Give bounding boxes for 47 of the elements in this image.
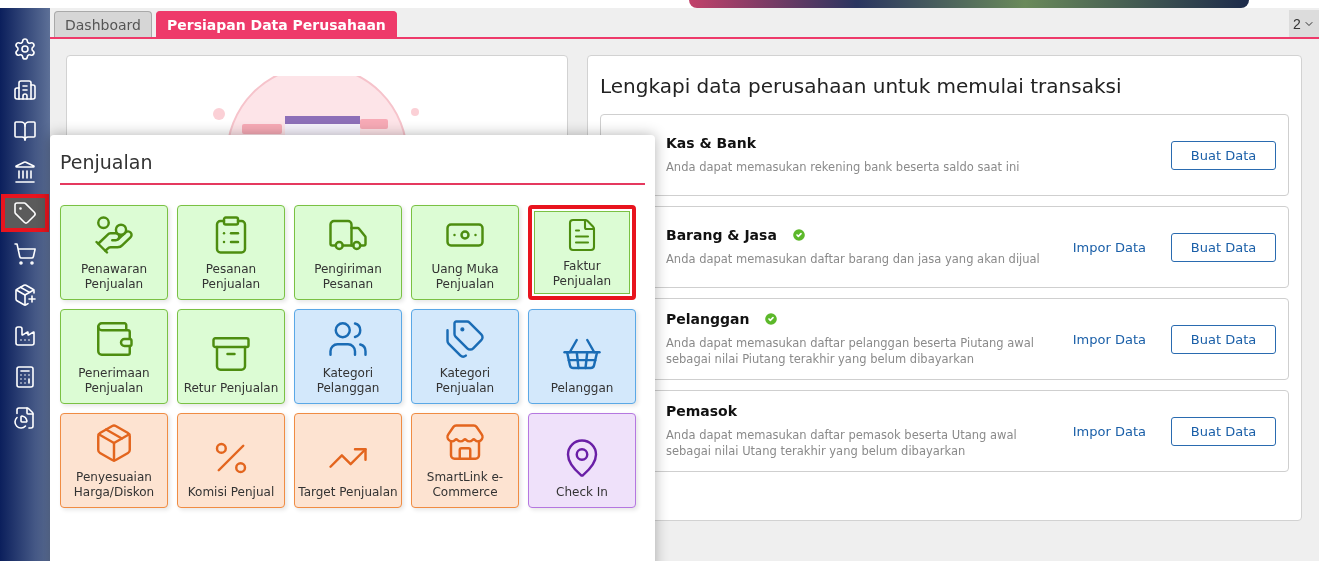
hand-coin-icon bbox=[93, 214, 135, 256]
row-description: Anda dapat memasukan rekening bank beserta saldo saat ini bbox=[666, 159, 1021, 175]
tab[interactable]: Persiapan Data Perusahaan bbox=[155, 11, 397, 37]
tags-icon bbox=[444, 318, 486, 360]
menu-tile[interactable]: Uang Muka Penjualan bbox=[411, 205, 519, 300]
menu-tile[interactable]: Komisi Penjual bbox=[177, 413, 285, 508]
row-title: Barang & Jasa bbox=[666, 227, 777, 243]
menu-tile[interactable]: Retur Penjualan bbox=[177, 309, 285, 404]
sidebar-item[interactable] bbox=[1, 194, 49, 232]
row-title: Pelanggan bbox=[666, 311, 750, 327]
menu-tile[interactable]: Kategori Pelanggan bbox=[294, 309, 402, 404]
menu-tile[interactable]: Penawaran Penjualan bbox=[60, 205, 168, 300]
create-button[interactable]: Buat Data bbox=[1171, 232, 1276, 262]
import-link[interactable]: Impor Data bbox=[1072, 239, 1146, 255]
row-title: Pemasok bbox=[666, 403, 738, 419]
create-button[interactable]: Buat Data bbox=[1171, 140, 1276, 170]
row-title: Kas & Bank bbox=[666, 135, 756, 151]
menu-tile[interactable]: Target Penjualan bbox=[294, 413, 402, 508]
menu-tile[interactable]: Penyesuaian Harga/Diskon bbox=[60, 413, 168, 508]
import-link[interactable]: Impor Data bbox=[1072, 423, 1146, 439]
menu-tile[interactable]: Pengiriman Pesanan bbox=[294, 205, 402, 300]
menu-tile[interactable]: Penerimaan Penjualan bbox=[60, 309, 168, 404]
factory-icon bbox=[13, 324, 37, 348]
row-description: Anda dapat memasukan daftar pemasok beserta Utang awal sebagai nilai Utang terakhir yang belum dibayarkan bbox=[666, 427, 1018, 459]
tab[interactable]: Dashboard bbox=[54, 11, 152, 37]
create-button[interactable]: Buat Data bbox=[1171, 324, 1276, 354]
tab-menu-dropdown[interactable]: 2 bbox=[1289, 10, 1319, 37]
menu-tile[interactable]: Faktur Penjualan bbox=[528, 205, 636, 300]
settings-icon bbox=[13, 37, 37, 61]
panel-title: Lengkapi data perusahaan untuk memulai transaksi bbox=[600, 74, 1123, 98]
tag-icon bbox=[13, 201, 37, 225]
menu-tile[interactable]: Kategori Penjualan bbox=[411, 309, 519, 404]
book-icon bbox=[13, 119, 37, 143]
bank-icon bbox=[13, 160, 37, 184]
popup-title: Penjualan bbox=[60, 151, 645, 185]
cart-icon bbox=[13, 242, 37, 266]
calculator-icon bbox=[13, 365, 37, 389]
create-button[interactable]: Buat Data bbox=[1171, 416, 1276, 446]
row-description: Anda dapat memasukan daftar barang dan jasa yang akan dijual bbox=[666, 251, 1041, 267]
menu-tile[interactable]: Pelanggan bbox=[528, 309, 636, 404]
building-icon bbox=[13, 78, 37, 102]
menu-tile[interactable]: Check In bbox=[528, 413, 636, 508]
import-link[interactable]: Impor Data bbox=[1072, 331, 1146, 347]
row-description: Anda dapat memasukan daftar pelanggan beserta Piutang awal sebagai nilai Piutang terakhir yang belum dibayarkan bbox=[666, 335, 1035, 367]
menu-tile[interactable]: SmartLink e-Commerce bbox=[411, 413, 519, 508]
menu-tile[interactable]: Pesanan Penjualan bbox=[177, 205, 285, 300]
chart-document-icon bbox=[13, 406, 37, 430]
